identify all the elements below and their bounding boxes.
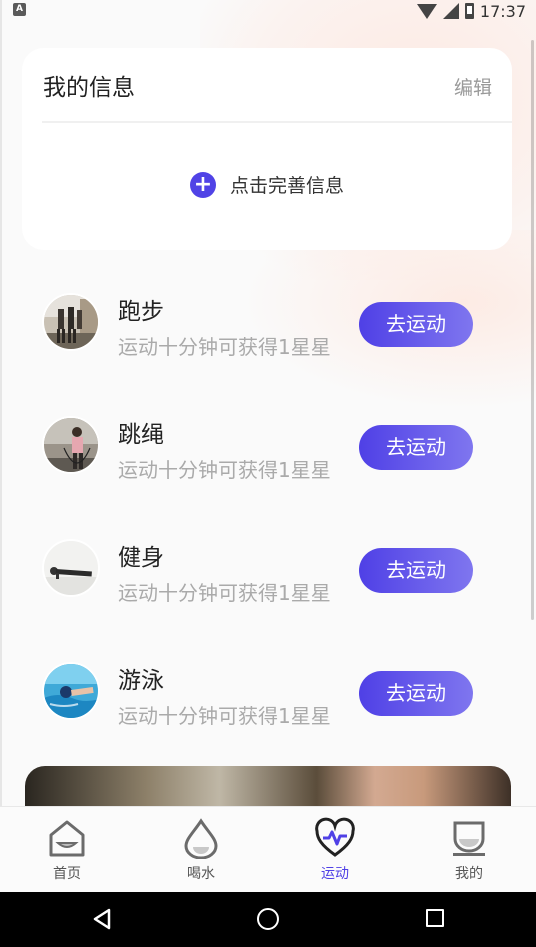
running-avatar	[42, 293, 100, 351]
signal-icon	[442, 3, 459, 19]
home-circle-icon[interactable]	[257, 908, 279, 930]
tab-mine[interactable]: 我的	[402, 807, 536, 893]
system-navigation-bar	[0, 892, 536, 947]
go-exercise-button-jump-rope[interactable]: 去运动	[359, 425, 473, 470]
tab-label: 喝水	[187, 866, 215, 882]
edit-button[interactable]: 编辑	[454, 73, 492, 100]
exercise-name: 健身	[118, 545, 164, 571]
jump-rope-avatar	[42, 416, 100, 474]
app-notification-icon: A	[13, 3, 26, 16]
complete-info-label: 点击完善信息	[230, 175, 345, 197]
go-exercise-button-swimming[interactable]: 去运动	[359, 671, 473, 716]
tab-label: 首页	[53, 866, 81, 882]
exercise-name: 跳绳	[118, 422, 164, 448]
exercise-item-jump-rope: 跳绳 运动十分钟可获得1星星 去运动	[0, 395, 536, 495]
tab-water[interactable]: 喝水	[134, 807, 268, 893]
recents-icon[interactable]	[426, 909, 444, 927]
exercise-item-fitness: 健身 运动十分钟可获得1星星 去运动	[0, 518, 536, 618]
exercise-item-running: 跑步 运动十分钟可获得1星星 去运动	[0, 272, 536, 372]
wifi-icon	[416, 3, 437, 19]
tab-label: 我的	[455, 866, 483, 882]
info-card-divider	[42, 121, 512, 123]
exercise-name: 跑步	[118, 299, 164, 325]
plus-circle-icon: +	[190, 171, 216, 198]
status-bar: A 17:37	[0, 0, 536, 22]
exercise-desc: 运动十分钟可获得1星星	[118, 704, 331, 728]
status-right-group: 17:37	[416, 0, 526, 22]
my-info-card: 我的信息 编辑 + 点击完善信息	[22, 48, 512, 250]
exercise-item-swimming: 游泳 运动十分钟可获得1星星 去运动	[0, 641, 536, 741]
exercise-desc: 运动十分钟可获得1星星	[118, 335, 331, 359]
tab-home[interactable]: 首页	[0, 807, 134, 893]
go-exercise-button-fitness[interactable]: 去运动	[359, 548, 473, 593]
tab-exercise[interactable]: 运动	[268, 807, 402, 893]
bottom-tab-bar: 首页 喝水 运动 我的	[0, 806, 536, 892]
scrollbar[interactable]	[531, 40, 534, 620]
complete-info-button[interactable]: + 点击完善信息	[190, 171, 344, 198]
battery-icon	[464, 3, 474, 19]
swimming-avatar	[42, 662, 100, 720]
go-exercise-button-running[interactable]: 去运动	[359, 302, 473, 347]
fitness-avatar	[42, 539, 100, 597]
exercise-desc: 运动十分钟可获得1星星	[118, 581, 331, 605]
tab-label: 运动	[321, 866, 349, 882]
app-screen: A 17:37 我的信息 编辑 + 点击完善信息 跑步 运动十分钟可获得1星星 …	[0, 0, 536, 947]
heart-pulse-icon	[315, 817, 355, 857]
status-time: 17:37	[479, 1, 526, 21]
exercise-desc: 运动十分钟可获得1星星	[118, 458, 331, 482]
exercise-name: 游泳	[118, 668, 164, 694]
water-drop-icon	[184, 818, 218, 859]
back-icon[interactable]	[92, 908, 112, 930]
cup-icon	[453, 821, 485, 856]
info-card-title: 我的信息	[43, 75, 135, 101]
home-icon	[49, 820, 85, 857]
